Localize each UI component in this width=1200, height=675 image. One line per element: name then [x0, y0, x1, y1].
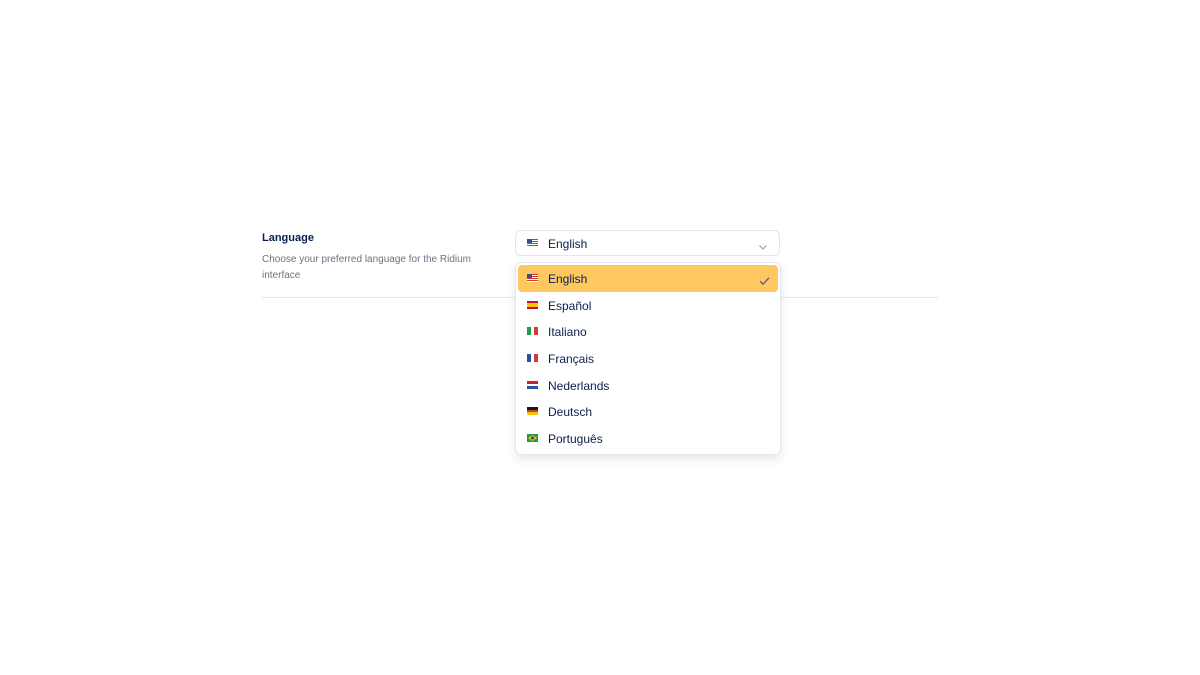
- br-flag-icon: [527, 434, 538, 443]
- option-label: English: [548, 272, 588, 286]
- option-label: Deutsch: [548, 405, 593, 420]
- option-espanol[interactable]: Español: [518, 292, 778, 319]
- chevron-down-icon: [758, 239, 768, 250]
- option-label: Nederlands: [548, 378, 610, 393]
- us-flag-icon: [527, 274, 538, 282]
- option-english[interactable]: English: [518, 265, 778, 292]
- option-deutsch[interactable]: Deutsch: [518, 398, 778, 425]
- it-flag-icon: [527, 327, 538, 336]
- nl-flag-icon: [527, 380, 538, 389]
- setting-title: Language: [262, 232, 314, 244]
- language-dropdown: English Español Italiano Français Nederl…: [515, 262, 781, 455]
- fr-flag-icon: [527, 354, 538, 363]
- option-label: Français: [548, 352, 595, 367]
- select-value: English: [548, 237, 588, 251]
- option-francais[interactable]: Français: [518, 345, 778, 372]
- option-portugues[interactable]: Português: [518, 425, 778, 452]
- option-italiano[interactable]: Italiano: [518, 318, 778, 345]
- us-flag-icon: [527, 239, 538, 247]
- language-select[interactable]: English: [515, 230, 780, 256]
- setting-description: Choose your preferred language for the R…: [262, 254, 472, 281]
- es-flag-icon: [527, 300, 538, 309]
- check-icon: [759, 273, 770, 286]
- option-label: Português: [548, 432, 603, 447]
- option-nederlands[interactable]: Nederlands: [518, 372, 778, 399]
- de-flag-icon: [527, 407, 538, 416]
- option-label: Italiano: [548, 325, 587, 340]
- option-label: Español: [548, 298, 592, 313]
